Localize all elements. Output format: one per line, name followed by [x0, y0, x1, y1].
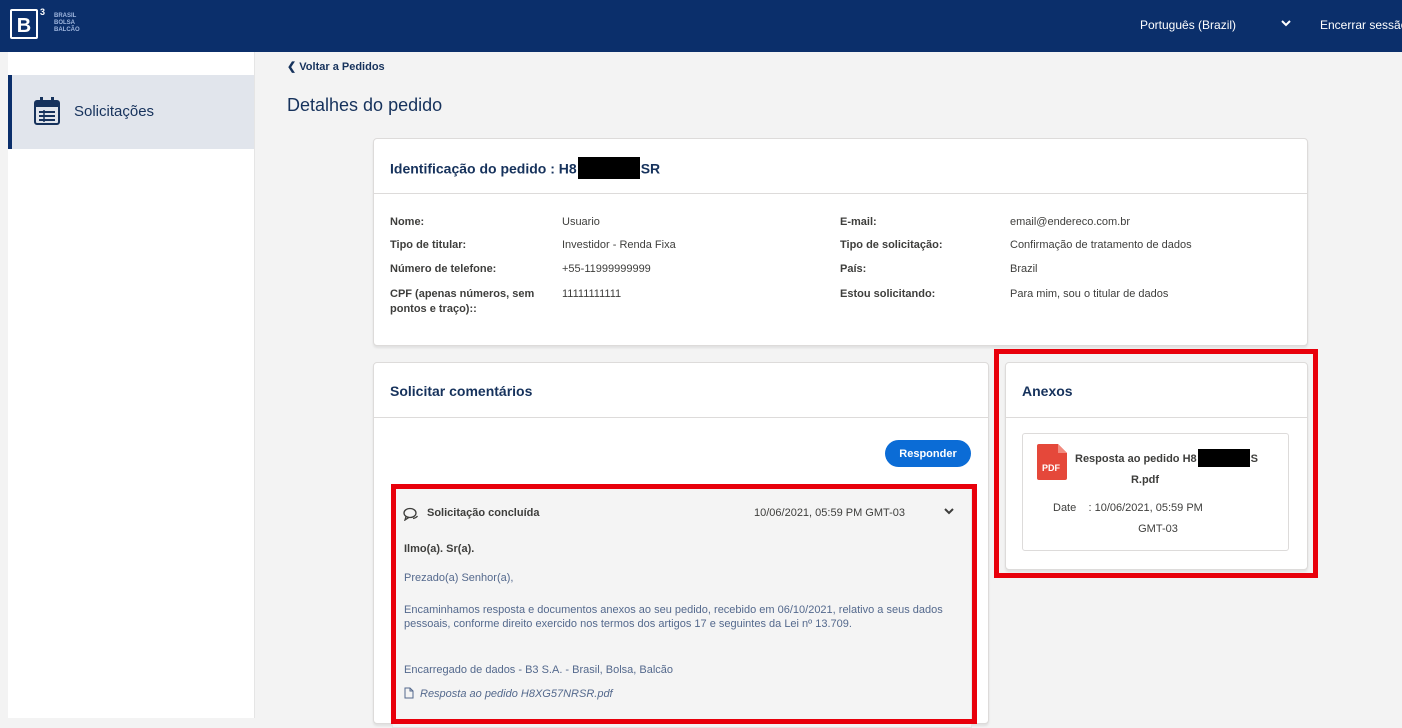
calendar-icon: [34, 97, 60, 125]
name-label: Nome:: [390, 216, 425, 228]
phone-label: Número de telefone:: [390, 263, 497, 275]
back-link[interactable]: ❮ Voltar a Pedidos: [287, 60, 385, 73]
requesting-for-value: Para mim, sou o titular de dados: [1010, 288, 1169, 300]
sidebar: Solicitações: [8, 52, 255, 718]
name-value: Usuario: [562, 216, 600, 228]
holder-type-label: Tipo de titular:: [390, 239, 467, 251]
country-label: País:: [840, 263, 867, 275]
request-type-value: Confirmação de tratamento de dados: [1010, 239, 1192, 251]
chevron-down-icon[interactable]: [1279, 16, 1293, 30]
reply-button[interactable]: Responder: [885, 440, 971, 467]
email-value: email@endereco.com.br: [1010, 216, 1130, 228]
cpf-value: 11111111111: [562, 288, 622, 300]
request-identification-card: Identificação do pedido : H8 SR Nome: Usu…: [373, 138, 1308, 346]
request-id-title: Identificação do pedido : H8 SR: [390, 157, 660, 181]
language-selector[interactable]: Português (Brazil): [1140, 18, 1236, 32]
b3-logo[interactable]: B 3 BRASIL BOLSA BALCÃO: [10, 7, 90, 43]
sidebar-item-label: Solicitações: [74, 103, 155, 120]
logo-letter: B: [10, 9, 38, 39]
chevron-left-icon: ❮: [287, 61, 300, 73]
sidebar-item-solicitacoes[interactable]: Solicitações: [8, 75, 254, 149]
phone-value: +55-11999999999: [562, 263, 651, 275]
redaction-block: [577, 157, 640, 179]
highlight-box-attachments: [994, 349, 1318, 578]
logo-superscript: 3: [40, 7, 46, 17]
card-header: Solicitar comentários: [374, 363, 988, 418]
logout-link[interactable]: Encerrar sessão: [1320, 18, 1402, 32]
cpf-label: CPF (apenas números, sem pontos e traço)…: [390, 288, 535, 315]
card-header: Identificação do pedido : H8 SR: [374, 139, 1307, 194]
highlight-box-message: [391, 484, 977, 724]
page-title: Detalhes do pedido: [287, 95, 443, 115]
request-type-label: Tipo de solicitação:: [840, 239, 943, 251]
top-navigation-bar: B 3 BRASIL BOLSA BALCÃO Português (Brazi…: [0, 0, 1402, 52]
logo-words: BRASIL BOLSA BALCÃO: [54, 13, 80, 33]
country-value: Brazil: [1010, 263, 1038, 275]
email-label: E-mail:: [840, 216, 877, 228]
requesting-for-label: Estou solicitando:: [840, 288, 936, 300]
comments-title: Solicitar comentários: [390, 383, 533, 399]
holder-type-value: Investidor - Renda Fixa: [562, 239, 676, 251]
